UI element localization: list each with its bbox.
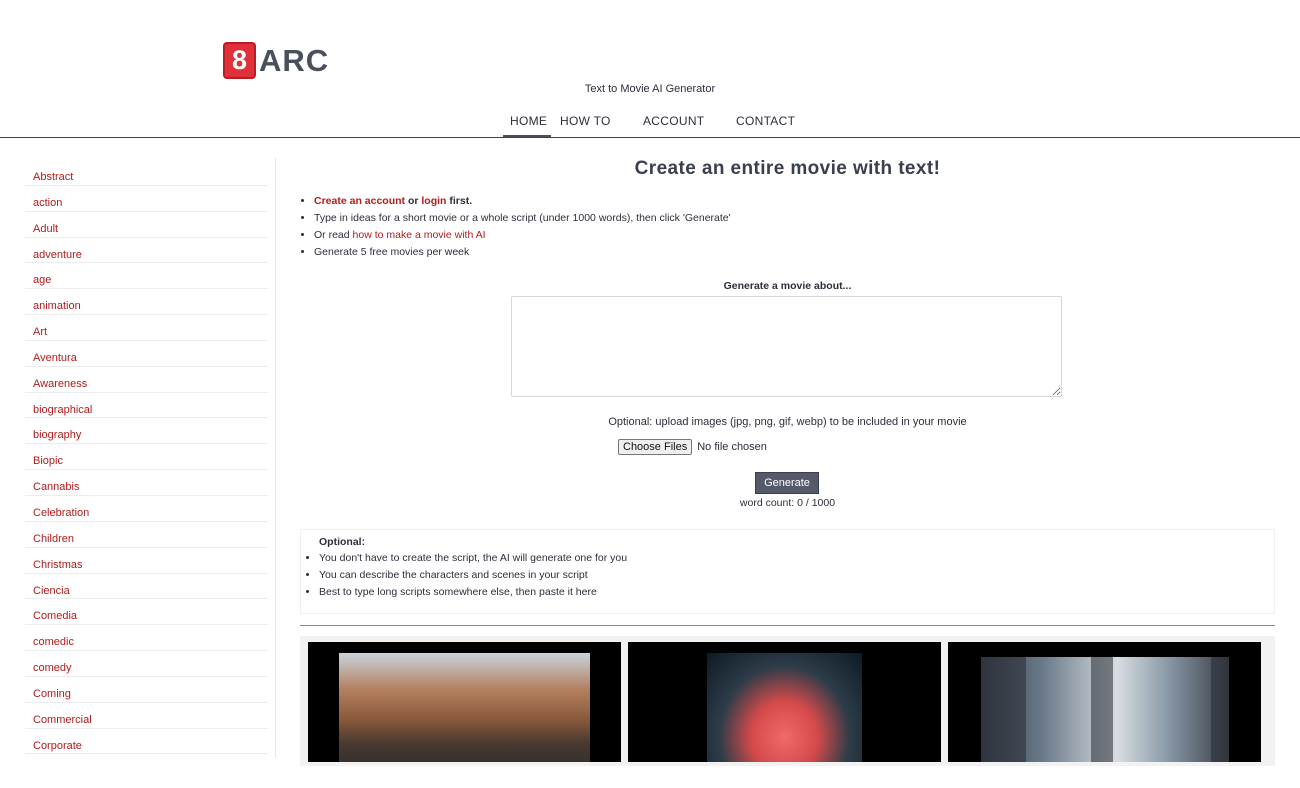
category-link[interactable]: Cannabis (25, 470, 268, 496)
nav-how-to[interactable]: HOW TO (560, 114, 611, 128)
category-link[interactable]: Abstract (25, 160, 268, 186)
category-link[interactable]: biographical (25, 393, 268, 419)
tagline: Text to Movie AI Generator (584, 83, 716, 95)
category-link[interactable]: Adult (25, 212, 268, 238)
optional-item: You can describe the characters and scen… (319, 567, 627, 584)
category-link[interactable]: Corporate (25, 729, 268, 755)
intro-list: Create an account or login first. Type i… (314, 193, 1275, 261)
generate-label: Generate a movie about... (723, 280, 852, 292)
thumbnail-image (707, 653, 862, 762)
movie-thumbnail[interactable] (308, 642, 621, 762)
nav-active-indicator (503, 135, 551, 137)
category-link[interactable]: Coming (25, 677, 268, 703)
intro-first: first. (446, 195, 473, 207)
sidebar-divider (275, 158, 276, 758)
nav-home[interactable]: HOME (510, 114, 547, 128)
category-link[interactable]: Awareness (25, 367, 268, 393)
category-link[interactable]: Art (25, 315, 268, 341)
logo-badge: 8 (223, 42, 256, 79)
script-textarea[interactable] (511, 296, 1062, 397)
intro-or: or (405, 195, 422, 207)
building-shape (1211, 657, 1229, 762)
section-divider (300, 625, 1275, 626)
building-shape (1091, 657, 1113, 762)
optional-item: You don't have to create the script, the… (319, 550, 627, 567)
category-link[interactable]: adventure (25, 238, 268, 264)
word-count: word count: 0 / 1000 (739, 497, 836, 509)
optional-title: Optional: (319, 536, 366, 548)
category-link[interactable]: Celebration (25, 496, 268, 522)
category-link[interactable]: Commercial (25, 703, 268, 729)
building-shape (981, 657, 1026, 762)
logo[interactable]: 8 ARC (223, 42, 329, 79)
intro-item: Create an account or login first. (314, 193, 1275, 210)
site-header: 8 ARC Text to Movie AI Generator HOME HO… (0, 0, 1300, 138)
main-nav: HOME HOW TO ACCOUNT CONTACT (0, 108, 1300, 138)
movie-gallery (300, 636, 1275, 766)
category-link[interactable]: comedic (25, 625, 268, 652)
logo-text: ARC (259, 42, 330, 78)
intro-item: Or read how to make a movie with AI (314, 227, 1275, 244)
optional-list: You don't have to create the script, the… (319, 550, 627, 601)
category-link[interactable]: Comedia (25, 599, 268, 626)
how-to-link[interactable]: how to make a movie with AI (353, 229, 486, 241)
login-link[interactable]: login (421, 195, 446, 207)
category-link[interactable]: animation (25, 289, 268, 316)
upload-label: Optional: upload images (jpg, png, gif, … (608, 416, 967, 428)
category-link[interactable]: comedy (25, 651, 268, 677)
intro-read-prefix: Or read (314, 229, 353, 241)
category-link[interactable]: Christmas (25, 548, 268, 574)
page-title: Create an entire movie with text! (634, 158, 941, 179)
category-link[interactable]: Ciencia (25, 574, 268, 600)
category-link[interactable]: biography (25, 418, 268, 445)
main-content: Create an entire movie with text! Create… (300, 155, 1275, 766)
category-link[interactable]: Children (25, 522, 268, 548)
movie-thumbnail[interactable] (628, 642, 941, 762)
movie-thumbnail[interactable] (948, 642, 1261, 762)
intro-item: Type in ideas for a short movie or a who… (314, 210, 1275, 227)
category-link[interactable]: Aventura (25, 341, 268, 367)
nav-account[interactable]: ACCOUNT (643, 114, 704, 128)
nav-contact[interactable]: CONTACT (736, 114, 795, 128)
category-sidebar: Abstract action Adult adventure age anim… (25, 160, 268, 760)
category-link[interactable]: Biopic (25, 444, 268, 471)
create-account-link[interactable]: Create an account (314, 195, 405, 207)
optional-item: Best to type long scripts somewhere else… (319, 584, 627, 601)
choose-files-button[interactable]: Choose Files (618, 439, 693, 455)
intro-item: Generate 5 free movies per week (314, 244, 1275, 261)
category-link[interactable]: age (25, 263, 268, 290)
thumbnail-image (981, 657, 1229, 762)
category-link[interactable]: action (25, 186, 268, 212)
file-status: No file chosen (697, 441, 767, 453)
generate-button[interactable]: Generate (755, 472, 819, 494)
thumbnail-image (339, 653, 590, 762)
file-upload: Choose Files No file chosen (618, 439, 767, 455)
optional-tips: Optional: You don't have to create the s… (300, 529, 1275, 614)
